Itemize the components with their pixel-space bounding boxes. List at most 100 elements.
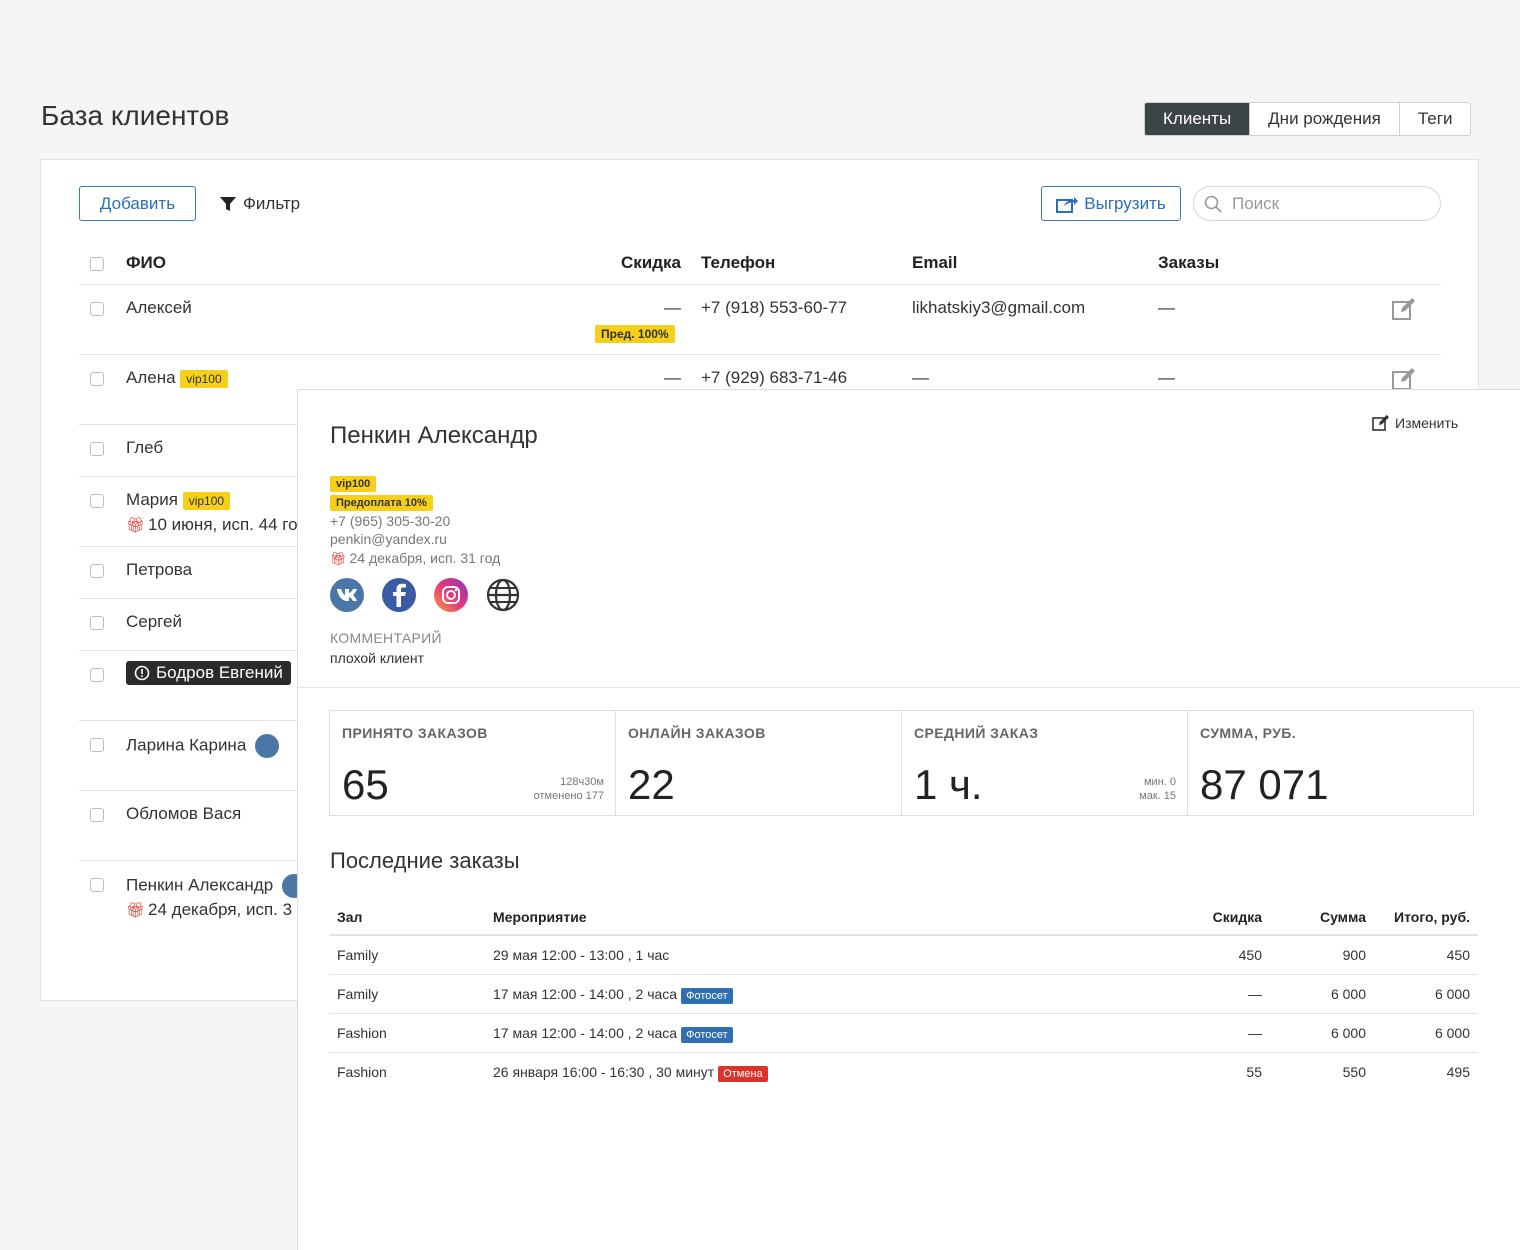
stat-accepted-orders: ПРИНЯТО ЗАКАЗОВ 65 128ч30м отменено 177 [330, 711, 616, 815]
export-button[interactable]: Выгрузить [1041, 186, 1181, 221]
col-total: Итого, руб. [1394, 909, 1470, 925]
search-input[interactable] [1230, 192, 1420, 215]
gift-icon: 🎁︎ [330, 551, 347, 566]
vk-icon[interactable] [255, 734, 280, 758]
gift-icon: 🎁︎ [126, 902, 146, 919]
client-name-cell[interactable]: Ларина Карина [126, 734, 280, 758]
recent-orders-title: Последние заказы [330, 848, 520, 873]
select-all-checkbox[interactable] [90, 257, 104, 271]
row-checkbox[interactable] [90, 442, 104, 456]
order-event: 17 мая 12:00 - 14:00 , 2 часа [493, 1025, 678, 1041]
col-orders[interactable]: Заказы [1158, 253, 1219, 273]
col-email[interactable]: Email [912, 253, 957, 273]
stat-label: ПРИНЯТО ЗАКАЗОВ [342, 725, 488, 741]
edit-icon[interactable] [1391, 296, 1417, 322]
table-row[interactable]: Алексей — Пред. 100% +7 (918) 553-60-77 … [79, 285, 1441, 355]
client-phone[interactable]: +7 (965) 305-30-20 [330, 513, 450, 529]
col-name[interactable]: ФИО [126, 253, 166, 273]
stat-sub: мин. 0 [1143, 776, 1176, 788]
col-phone[interactable]: Телефон [701, 253, 775, 273]
order-badge: Отмена [718, 1066, 768, 1082]
birthday-text: 24 декабря, исп. 31 год [349, 550, 501, 566]
client-name-cell[interactable]: Мария vip100 [126, 490, 231, 510]
row-checkbox[interactable] [90, 302, 104, 316]
filter-icon [220, 196, 236, 211]
client-name[interactable]: Обломов Вася [126, 804, 241, 824]
order-row[interactable]: Family 17 мая 12:00 - 14:00 , 2 часа Фото… [329, 975, 1478, 1014]
row-checkbox[interactable] [90, 372, 104, 386]
order-row[interactable]: Fashion 17 мая 12:00 - 14:00 , 2 часа Фот… [329, 1014, 1478, 1053]
instagram-icon[interactable] [434, 578, 468, 612]
stat-value: 22 [628, 761, 675, 808]
order-sum: 6 000 [1330, 1025, 1366, 1041]
client-birthday: 🎁︎ 24 декабря, исп. 31 год [330, 550, 500, 567]
order-hall: Fashion [337, 1025, 387, 1041]
tab-tags[interactable]: Теги [1399, 103, 1471, 135]
client-name[interactable]: Сергей [126, 612, 182, 632]
tab-birthdays[interactable]: Дни рождения [1250, 103, 1400, 135]
view-switcher: Клиенты Дни рождения Теги [1144, 102, 1472, 136]
page-title: База клиентов [41, 100, 230, 131]
row-checkbox[interactable] [90, 494, 104, 508]
client-name[interactable]: Алексей [126, 298, 192, 318]
stat-online-orders: ОНЛАЙН ЗАКАЗОВ 22 [616, 711, 902, 815]
stat-value: 1 ч. [914, 761, 983, 808]
client-orders: — [1158, 368, 1175, 387]
client-tag: vip100 [182, 491, 231, 510]
client-name-cell[interactable]: Пенкин Александр [126, 874, 306, 898]
order-discount: — [1248, 986, 1262, 1002]
row-checkbox[interactable] [90, 878, 104, 892]
share-icon [1056, 196, 1079, 213]
comment-label: КОММЕНТАРИЙ [330, 630, 442, 646]
birthday-text: 10 июня, исп. 44 го [148, 515, 298, 534]
client-name[interactable]: Петрова [126, 560, 192, 580]
order-sum: 900 [1342, 947, 1366, 963]
client-name[interactable]: Глеб [126, 438, 163, 458]
row-checkbox[interactable] [90, 668, 104, 682]
discount-tag: Пред. 100% [595, 324, 675, 343]
order-row[interactable]: Family 29 мая 12:00 - 13:00 , 1 час 450 … [329, 936, 1478, 975]
stats-panel: ПРИНЯТО ЗАКАЗОВ 65 128ч30м отменено 177 … [329, 710, 1474, 816]
client-detail-card: Пенкин Александр Изменить vip100 Предопл… [297, 389, 1520, 1250]
client-tag: vip100 [330, 476, 377, 492]
search-box [1193, 186, 1441, 221]
client-email[interactable]: penkin@yandex.ru [330, 531, 447, 547]
client-tag: vip100 [180, 369, 228, 388]
social-links [330, 578, 520, 612]
add-button[interactable]: Добавить [79, 186, 196, 221]
row-checkbox[interactable] [90, 808, 104, 822]
col-discount[interactable]: Скидка [621, 253, 681, 273]
order-badge: Фотосет [681, 1027, 733, 1043]
tab-clients[interactable]: Клиенты [1145, 103, 1251, 135]
row-checkbox[interactable] [90, 738, 104, 752]
row-checkbox[interactable] [90, 564, 104, 578]
client-name-cell[interactable]: Бодров Евгений [126, 661, 291, 686]
client-name-cell[interactable]: Алена vip100 [126, 368, 228, 388]
client-name: Мария [126, 490, 178, 509]
order-event: 26 января 16:00 - 16:30 , 30 минут [493, 1064, 715, 1080]
client-birthday: 🎁︎ 10 июня, исп. 44 го [126, 515, 298, 535]
order-discount: 450 [1238, 947, 1262, 963]
order-hall: Family [337, 947, 379, 963]
facebook-icon[interactable] [382, 578, 416, 612]
row-checkbox[interactable] [90, 616, 104, 630]
filter-button[interactable]: Фильтр [219, 186, 300, 221]
order-row[interactable]: Fashion 26 января 16:00 - 16:30 , 30 мин… [329, 1053, 1478, 1092]
order-total: 6 000 [1434, 1025, 1470, 1041]
order-event: 29 мая 12:00 - 13:00 , 1 час [493, 947, 670, 963]
recent-orders-table: Зал Мероприятие Скидка Сумма Итого, руб.… [329, 898, 1478, 1092]
order-total: 6 000 [1434, 986, 1470, 1002]
search-icon [1204, 195, 1222, 213]
edit-client-button[interactable]: Изменить [1372, 414, 1458, 432]
gift-icon: 🎁︎ [126, 517, 146, 534]
client-email: likhatskiy3@gmail.com [912, 298, 1086, 317]
col-sum: Сумма [1319, 909, 1366, 925]
order-hall: Family [337, 986, 379, 1002]
client-name: Алена [126, 368, 176, 387]
order-event: 17 мая 12:00 - 14:00 , 2 часа [493, 986, 678, 1002]
globe-icon[interactable] [486, 578, 520, 612]
order-discount: 55 [1246, 1064, 1262, 1080]
order-sum: 550 [1342, 1064, 1366, 1080]
client-detail-name: Пенкин Александр [330, 422, 538, 449]
vk-icon[interactable] [330, 578, 364, 612]
